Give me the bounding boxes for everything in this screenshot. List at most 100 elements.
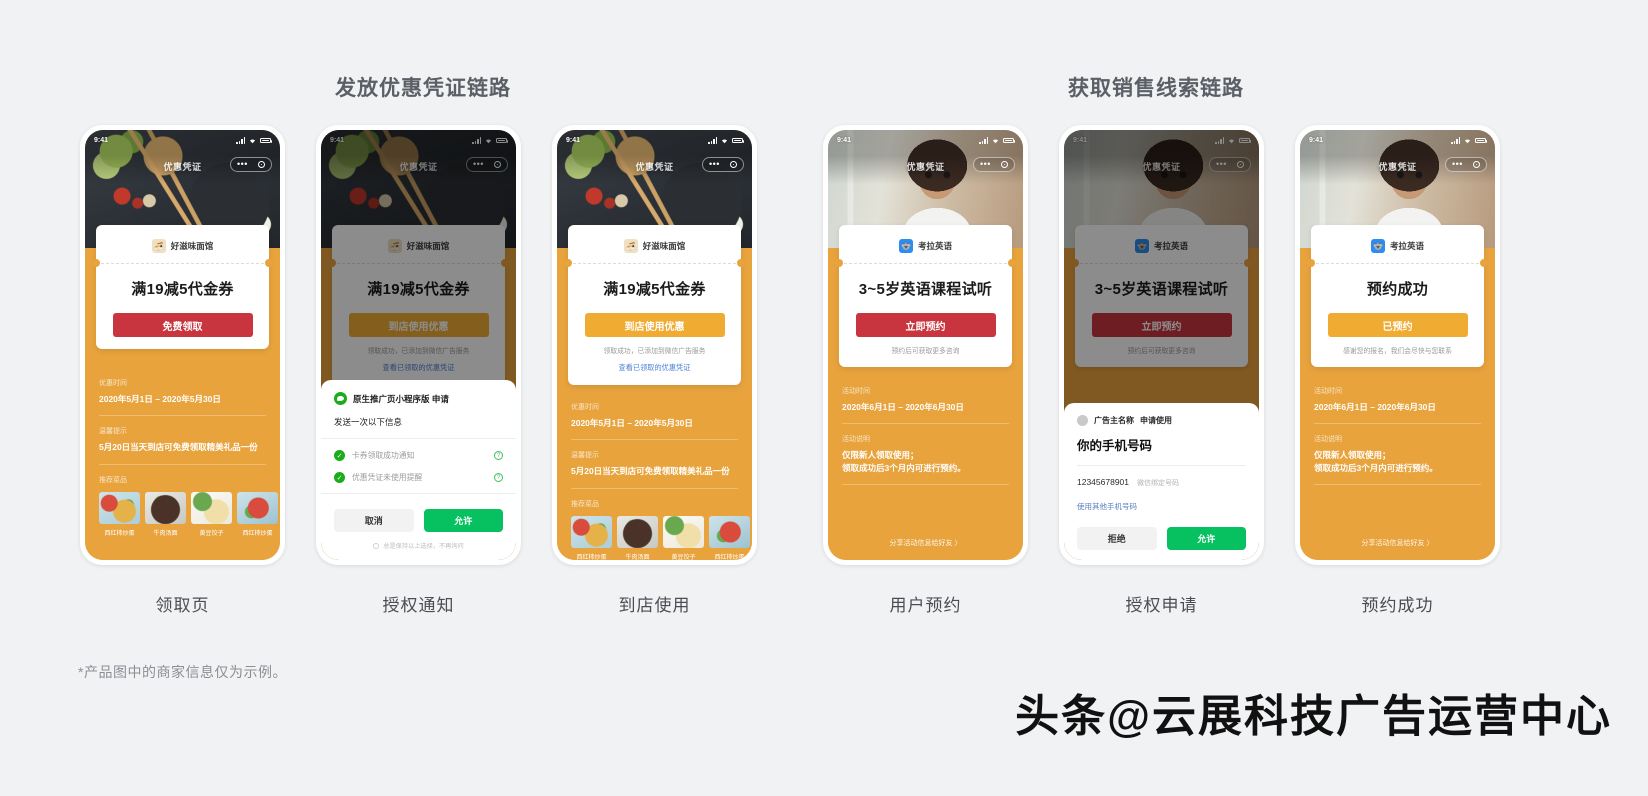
advertiser-name: 广告主名称 bbox=[1094, 416, 1134, 425]
phone-screen: 9:41 优惠凭证 ••• bbox=[1064, 130, 1259, 560]
claim-button[interactable]: 免费领取 bbox=[112, 313, 253, 337]
close-target-icon[interactable] bbox=[258, 161, 265, 168]
coupon-info: 优惠时间 2020年5月1日 – 2020年5月30日 温馨提示 5月20日当天… bbox=[99, 378, 278, 537]
permission-label: 优惠凭证未使用提醒 bbox=[352, 473, 423, 482]
dish-item[interactable]: 牛肉汤面 bbox=[145, 491, 186, 537]
view-claimed-link[interactable]: 查看已领取的优惠凭证 bbox=[578, 363, 731, 373]
section-title-right: 获取销售线索链路 bbox=[1068, 77, 1244, 100]
dish-name: 西红柿炒蛋 bbox=[242, 530, 273, 537]
time-label: 优惠时间 bbox=[571, 404, 599, 411]
activity-info: 活动时间 2020年6月1日 – 2020年6月30日 活动说明 仅限新人领取使… bbox=[1314, 386, 1481, 495]
phone-3-use-in-store: 9:41 优惠凭证 ••• 🍜 好滋味面馆 满19减5代金券 到店使用优惠 领取… bbox=[552, 125, 757, 616]
check-icon: ✓ bbox=[334, 450, 345, 461]
dish-item[interactable]: 牛肉汤面 bbox=[617, 515, 658, 560]
permission-label: 卡券领取成功通知 bbox=[352, 451, 415, 460]
section-title-left: 发放优惠凭证链路 bbox=[335, 77, 511, 100]
phone-frame: 9:41 优惠凭证 ••• bbox=[1059, 125, 1264, 565]
brand-row: 🐨 考拉英语 bbox=[1321, 235, 1474, 257]
dish-label: 推荐菜品 bbox=[99, 476, 127, 484]
dish-item[interactable]: 西红柿炒蛋 bbox=[237, 491, 278, 537]
card-divider bbox=[568, 263, 741, 264]
brand-row: 🍜 好滋味面馆 bbox=[578, 235, 731, 257]
signal-icon bbox=[236, 137, 245, 144]
brand-name: 考拉英语 bbox=[1389, 241, 1424, 251]
phone-screen: 9:41 优惠凭证 ••• bbox=[1300, 130, 1495, 560]
watermark: 头条@云展科技广告运营中心 bbox=[1015, 692, 1612, 741]
desc-label: 活动说明 bbox=[842, 436, 870, 444]
share-link[interactable]: 分享活动信息给好友 〉 bbox=[1300, 538, 1495, 548]
dish-item[interactable]: 黄豆饺子 bbox=[191, 491, 232, 537]
dish-item[interactable]: 黄豆饺子 bbox=[663, 515, 704, 560]
divider bbox=[571, 487, 738, 489]
coupon-title: 满19减5代金券 bbox=[131, 281, 234, 298]
phone-2-auth-notice: 9:41 优惠凭证 ••• 🍜 好滋味面馆 满19减5代金券 到店使用优惠 领取… bbox=[316, 125, 521, 616]
phone-1-claim-page: 9:41 优惠凭证 ••• 🍜 好滋味面馆 满19减5代金券 免费领取 优惠时间… bbox=[80, 125, 285, 616]
use-other-number-link[interactable]: 使用其他手机号码 bbox=[1077, 501, 1246, 512]
more-icon[interactable]: ••• bbox=[709, 160, 720, 169]
wifi-icon bbox=[721, 139, 728, 144]
phone-frame: 9:41 优惠凭证 ••• bbox=[316, 125, 521, 565]
question-icon[interactable]: ? bbox=[494, 473, 503, 482]
allow-button[interactable]: 允许 bbox=[423, 509, 503, 532]
more-icon[interactable]: ••• bbox=[237, 160, 248, 169]
status-bar: 9:41 bbox=[85, 130, 280, 148]
tip-label: 温馨提示 bbox=[571, 452, 599, 460]
dish-list: 西红柿炒蛋 牛肉汤面 黄豆饺子 西红柿炒蛋 bbox=[99, 491, 278, 537]
coupon-info: 优惠时间 2020年5月1日 – 2020年5月30日 温馨提示 5月20日当天… bbox=[571, 402, 750, 560]
brand-name: 考拉英语 bbox=[917, 241, 952, 251]
share-link[interactable]: 分享活动信息给好友 〉 bbox=[828, 538, 1023, 548]
dish-name: 黄豆饺子 bbox=[199, 530, 224, 537]
refuse-button[interactable]: 拒绝 bbox=[1077, 527, 1157, 550]
phone-number-row[interactable]: 12345678901 微信绑定号码 bbox=[1077, 477, 1246, 488]
dish-item[interactable]: 西红柿炒蛋 bbox=[709, 515, 750, 560]
more-icon[interactable]: ••• bbox=[1452, 160, 1463, 169]
phone-caption: 用户预约 bbox=[889, 596, 962, 615]
claimed-note: 领取成功，已添加到微信广告服务 bbox=[603, 348, 706, 355]
course-title: 3~5岁英语课程试听 bbox=[858, 281, 993, 298]
phone-frame: 9:41 优惠凭证 ••• bbox=[823, 125, 1028, 565]
close-target-icon[interactable] bbox=[1473, 161, 1480, 168]
dish-photo bbox=[571, 515, 612, 548]
allow-button[interactable]: 允许 bbox=[1166, 527, 1246, 550]
status-bar: 9:41 bbox=[828, 130, 1023, 148]
activity-info: 活动时间 2020年6月1日 – 2020年6月30日 活动说明 仅限新人领取使… bbox=[842, 386, 1009, 495]
phone-6-booking-success: 9:41 优惠凭证 ••• 🐨 考拉英语 预约成功 已预约 感谢您的报名，我们会… bbox=[1295, 125, 1500, 616]
desc-line-2: 领取成功后3个月内可进行预约。 bbox=[842, 462, 966, 473]
dish-name: 西红柿炒蛋 bbox=[714, 554, 745, 560]
question-icon[interactable]: ? bbox=[494, 451, 503, 460]
check-icon: ✓ bbox=[334, 472, 345, 483]
divider bbox=[99, 463, 266, 465]
use-in-store-button[interactable]: 到店使用优惠 bbox=[584, 313, 725, 337]
booked-note: 感谢您的报名，我们会尽快与您联系 bbox=[1343, 348, 1452, 355]
dish-item[interactable]: 西红柿炒蛋 bbox=[99, 491, 140, 537]
divider bbox=[1077, 465, 1246, 466]
mini-program-capsule[interactable]: ••• bbox=[973, 157, 1015, 172]
cancel-button[interactable]: 取消 bbox=[334, 509, 414, 532]
dish-photo bbox=[99, 491, 140, 524]
radio-icon[interactable] bbox=[373, 542, 380, 549]
sheet-footer[interactable]: 总是保持以上选择，不再询问 bbox=[334, 541, 503, 550]
book-now-button[interactable]: 立即预约 bbox=[855, 313, 996, 337]
phone-screen: 9:41 优惠凭证 ••• bbox=[828, 130, 1023, 560]
mini-program-capsule[interactable]: ••• bbox=[1445, 157, 1487, 172]
close-target-icon[interactable] bbox=[730, 161, 737, 168]
restaurant-logo-icon: 🍜 bbox=[151, 239, 166, 253]
booked-button[interactable]: 已预约 bbox=[1327, 313, 1468, 337]
mini-program-capsule[interactable]: ••• bbox=[230, 157, 272, 172]
wechat-icon bbox=[334, 392, 347, 405]
divider bbox=[842, 483, 1009, 485]
phone-frame: 9:41 优惠凭证 ••• bbox=[80, 125, 285, 565]
more-icon[interactable]: ••• bbox=[980, 160, 991, 169]
card-divider bbox=[839, 263, 1012, 264]
status-time: 9:41 bbox=[94, 137, 109, 144]
phone-frame: 9:41 优惠凭证 ••• bbox=[552, 125, 757, 565]
dish-item[interactable]: 西红柿炒蛋 bbox=[571, 515, 612, 560]
card-divider bbox=[96, 263, 269, 264]
dish-photo bbox=[145, 491, 186, 524]
mini-program-capsule[interactable]: ••• bbox=[702, 157, 744, 172]
tip-label: 温馨提示 bbox=[99, 428, 127, 436]
sheet-header: 原生推广页小程序版 申请 bbox=[334, 392, 503, 405]
close-target-icon[interactable] bbox=[1001, 161, 1008, 168]
status-time: 9:41 bbox=[566, 137, 581, 144]
dish-photo bbox=[709, 515, 750, 548]
